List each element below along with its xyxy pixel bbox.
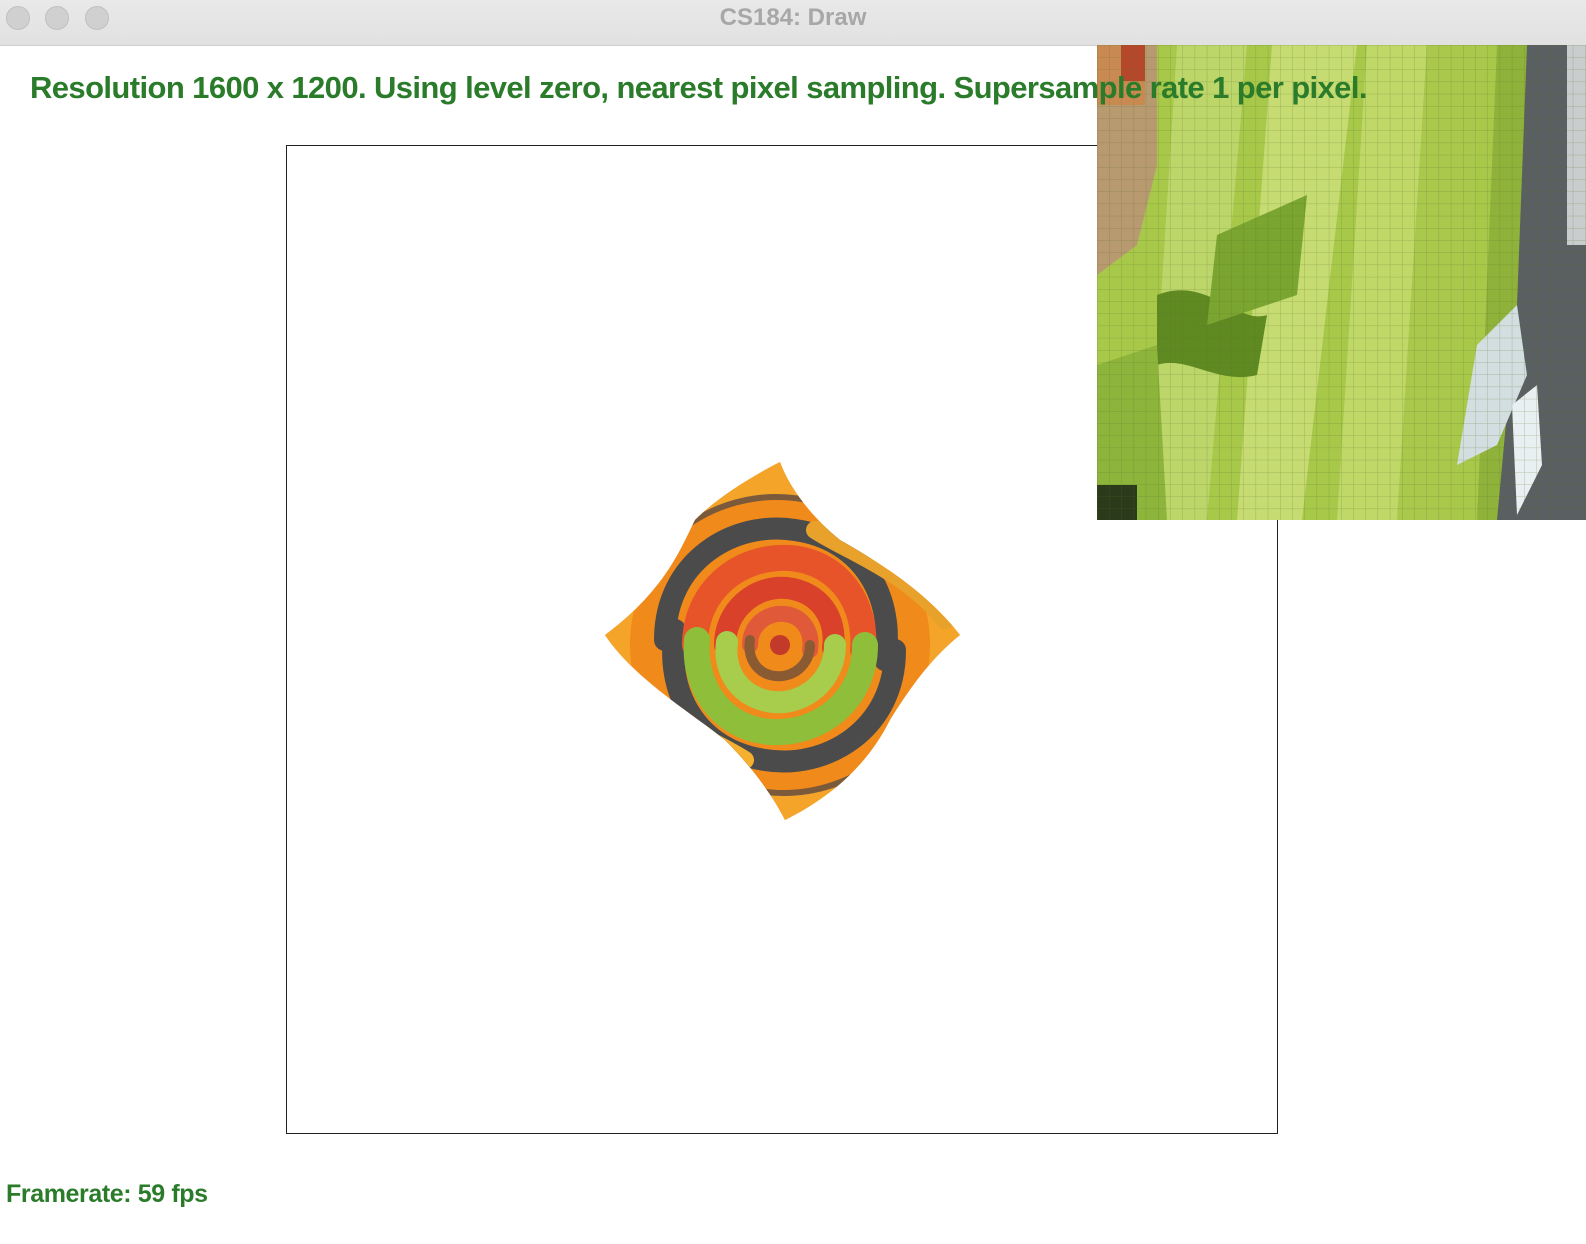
status-text: Resolution 1600 x 1200. Using level zero… <box>30 70 1367 105</box>
title-bar: CS184: Draw <box>0 0 1586 46</box>
swirl-texture-image <box>605 462 960 820</box>
zoom-inset-image <box>1097 45 1586 520</box>
window-title: CS184: Draw <box>719 4 867 31</box>
framerate-label: Framerate: 59 fps <box>6 1180 208 1208</box>
